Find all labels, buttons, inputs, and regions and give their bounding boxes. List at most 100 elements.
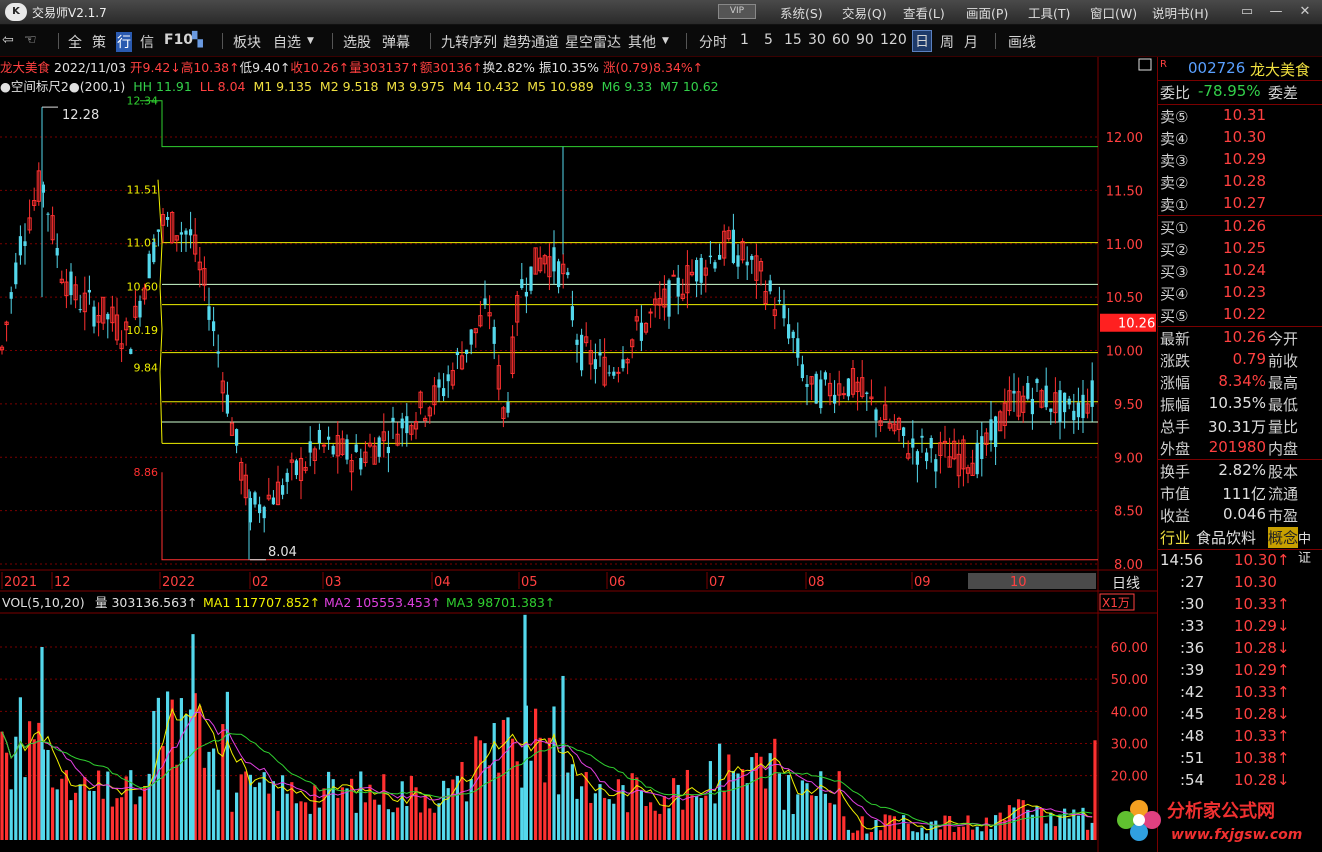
date-label: 10 — [1010, 575, 1027, 590]
volume-bar — [1044, 823, 1048, 840]
candle-body — [736, 255, 740, 267]
period-15min[interactable]: 15 — [784, 32, 802, 48]
ruler-label: 10.19 — [127, 324, 159, 337]
volume-bar — [428, 808, 432, 840]
toolbar-f10[interactable]: F10 — [164, 32, 193, 48]
menu-system[interactable]: 系统(S) — [780, 3, 823, 22]
ask-row-label: 卖① — [1160, 196, 1189, 214]
toolbar-strategy[interactable]: 策 — [92, 32, 106, 52]
menu-manual[interactable]: 说明书(H) — [1152, 3, 1209, 22]
period-timeshare[interactable]: 分时 — [699, 32, 727, 52]
volume-axis-label: 30.00 — [1111, 738, 1148, 753]
menu-window[interactable]: 窗口(W) — [1090, 3, 1137, 22]
watchlist-dropdown-icon[interactable]: ▼ — [307, 36, 314, 46]
watermark-text: 分析家公式网 — [1167, 800, 1275, 822]
other-dropdown-icon[interactable]: ▼ — [662, 36, 669, 46]
volume-bar — [598, 784, 602, 840]
menu-trade[interactable]: 交易(Q) — [842, 3, 887, 22]
period-30min[interactable]: 30 — [808, 32, 826, 48]
toolbar-td-sequence[interactable]: 九转序列 — [441, 32, 497, 52]
stat-row-value: 0.79 — [1232, 350, 1266, 368]
volume-bar — [520, 787, 524, 840]
period-month[interactable]: 月 — [964, 32, 978, 52]
hand-pointer-icon[interactable]: ☜ — [24, 32, 37, 48]
quote-panel: R 002726 龙大美食 委比 -78.95% 委差 卖⑤ 10.31 卖④ 10.… — [1157, 57, 1322, 852]
windows-icon[interactable]: ▚ — [192, 32, 203, 48]
volume-bar — [823, 793, 827, 840]
maximize-chart-icon[interactable] — [1138, 58, 1152, 71]
candle-body — [506, 401, 510, 413]
vip-badge[interactable]: VIP — [718, 4, 756, 19]
ask-row: 卖④ 10.30 — [1158, 128, 1318, 150]
ma1-line — [1, 702, 1093, 831]
toolbar-watchlist[interactable]: 自选 — [273, 32, 301, 52]
bid-row-value: 10.23 — [1223, 283, 1266, 301]
period-day[interactable]: 日 — [912, 30, 932, 52]
period-week[interactable]: 周 — [940, 32, 954, 52]
stat-row-right-label: 量比 — [1268, 418, 1299, 436]
indicator-m7: M7 10.62 — [660, 79, 719, 94]
period-120min[interactable]: 120 — [880, 32, 907, 48]
candle-body — [846, 378, 850, 397]
volume-bar — [120, 797, 124, 840]
volume-ma3: MA3 98701.383↑ — [446, 595, 555, 610]
toolbar-other[interactable]: 其他 — [628, 32, 656, 52]
toolbar-danmaku[interactable]: 弹幕 — [382, 32, 410, 52]
candle-body — [166, 216, 170, 220]
bid-row: 买④ 10.23 — [1158, 283, 1318, 305]
minimize-icon[interactable]: ▭ — [1234, 2, 1260, 21]
date-label: 06 — [609, 575, 626, 590]
toolbar-all[interactable]: 全 — [68, 32, 82, 52]
volume-bar — [883, 814, 887, 840]
stat-row: 涨幅 8.34% 最高 — [1158, 372, 1318, 394]
candle-body — [814, 373, 818, 404]
scroll-thumb[interactable] — [968, 573, 1096, 589]
info-close: 收10.26↑ — [290, 60, 350, 75]
kline-chart[interactable]: 12.00 11.50 11.00 10.50 10.00 9.50 9.00 8.50 8.0… — [0, 57, 1157, 852]
indicator-name[interactable]: ●空间标尺2●(200,1) — [0, 79, 125, 94]
candle-body — [699, 257, 703, 283]
toolbar-sector[interactable]: 板块 — [233, 32, 261, 52]
tick-row: 14:56 10.30↑ — [1158, 551, 1318, 573]
restore-icon[interactable]: — — [1263, 2, 1289, 21]
back-arrow-icon[interactable]: ⇦ — [2, 32, 14, 48]
volume-bar — [313, 785, 317, 840]
concept-label[interactable]: 概念 — [1268, 527, 1299, 548]
industry-value[interactable]: 食品饮料 — [1196, 527, 1256, 548]
order-diff-label: 委差 — [1268, 84, 1299, 102]
volume-bar — [561, 675, 565, 840]
period-90min[interactable]: 90 — [856, 32, 874, 48]
tick-price: 10.33↑ — [1234, 683, 1290, 701]
toolbar-star-radar[interactable]: 星空雷达 — [565, 32, 621, 52]
candle-body — [823, 372, 827, 380]
tick-time: :36 — [1180, 639, 1205, 657]
period-60min[interactable]: 60 — [832, 32, 850, 48]
close-icon[interactable]: ✕ — [1292, 2, 1318, 21]
price-axis-label: 8.00 — [1114, 558, 1143, 573]
tick-time: 14:56 — [1160, 551, 1204, 569]
toolbar-quote[interactable]: 行 — [116, 32, 132, 52]
volume-bar — [915, 832, 919, 840]
info-change: 涨(0.79)8.34%↑ — [603, 60, 704, 75]
menu-tools[interactable]: 工具(T) — [1028, 3, 1070, 22]
volume-bar — [570, 764, 574, 840]
candle-body — [639, 322, 643, 341]
candle-body — [465, 349, 469, 354]
tick-time: :54 — [1180, 771, 1205, 789]
period-5min[interactable]: 5 — [764, 32, 773, 48]
candle-body — [695, 260, 699, 282]
tick-price: 10.33↑ — [1234, 595, 1290, 613]
menu-view[interactable]: 查看(L) — [903, 3, 945, 22]
tick-price: 10.38↑ — [1234, 749, 1290, 767]
volume-bar — [377, 804, 381, 840]
toolbar-stock-picker[interactable]: 选股 — [343, 32, 371, 52]
candle-body — [1044, 385, 1048, 408]
toolbar-trend-channel[interactable]: 趋势通道 — [503, 32, 559, 52]
volume-bar — [110, 806, 114, 840]
toolbar-draw-line[interactable]: 画线 — [1008, 32, 1036, 52]
toolbar-info[interactable]: 信 — [140, 32, 154, 52]
period-1min[interactable]: 1 — [740, 32, 749, 48]
tick-price: 10.29↓ — [1234, 617, 1290, 635]
volume-bar — [83, 777, 87, 840]
menu-screen[interactable]: 画面(P) — [966, 3, 1008, 22]
